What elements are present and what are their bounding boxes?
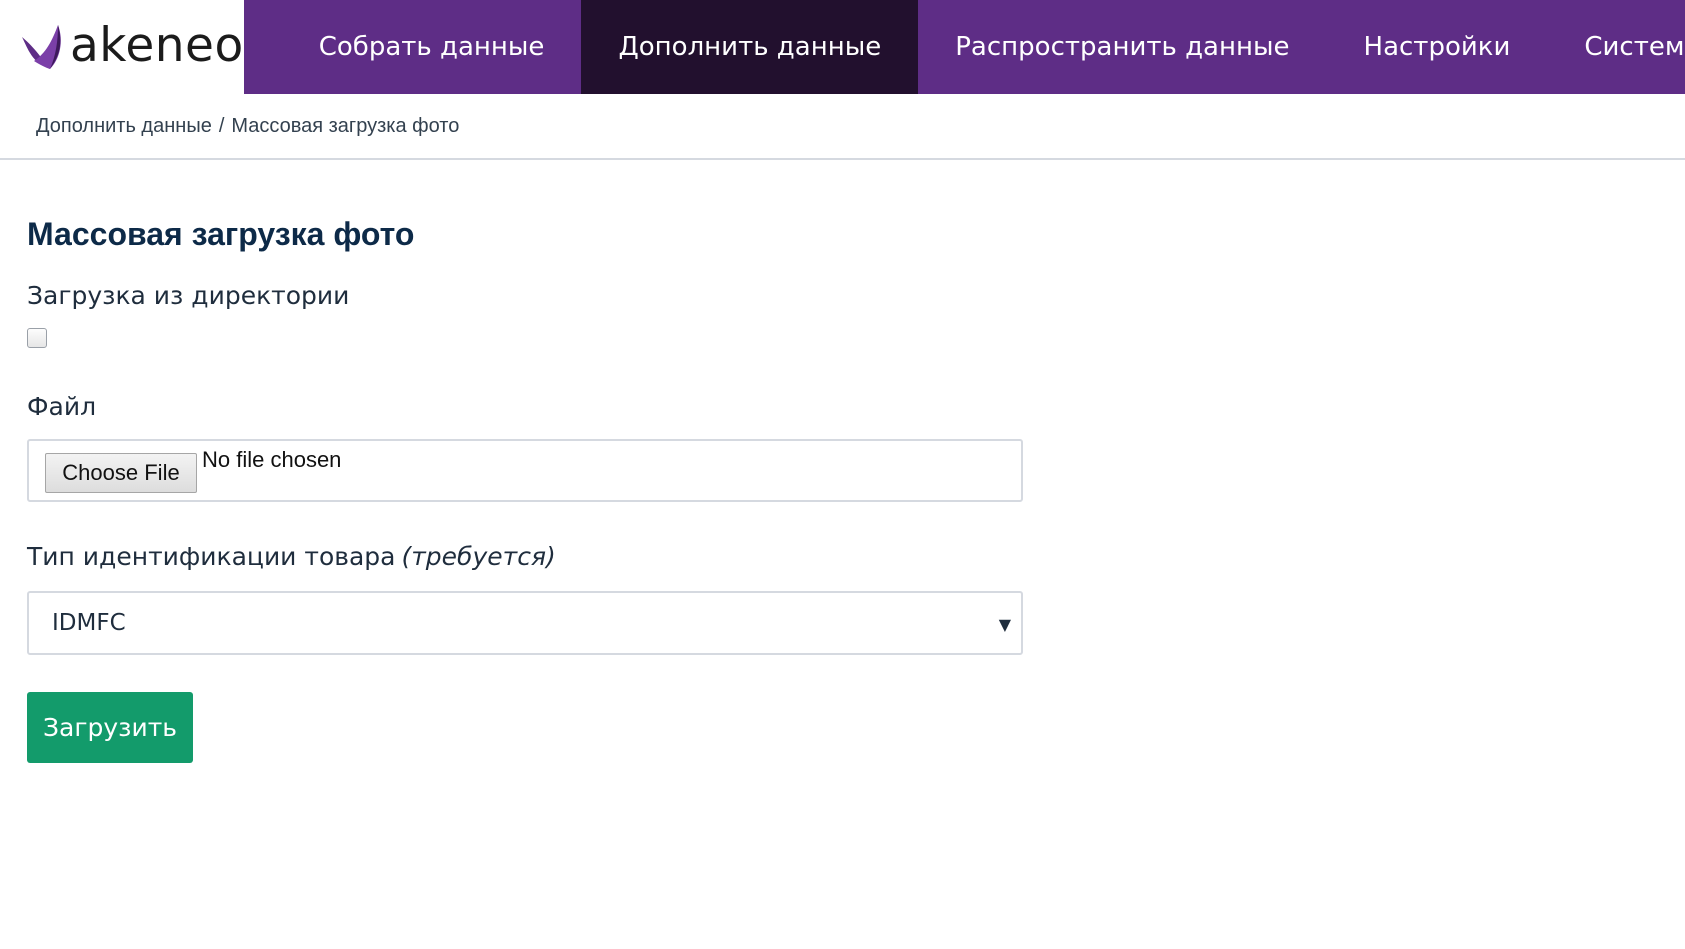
required-note: (требуется) xyxy=(401,542,556,571)
breadcrumb-parent-link[interactable]: Дополнить данные xyxy=(36,115,212,138)
caret-down-icon: ▼ xyxy=(998,615,1011,634)
breadcrumb-separator: / xyxy=(218,114,225,137)
file-input[interactable]: Choose File No file chosen xyxy=(27,439,1023,502)
nav-item-collect[interactable]: Собрать данные xyxy=(282,0,582,94)
breadcrumb: Дополнить данные / Массовая загрузка фот… xyxy=(0,94,1685,160)
main-content: Массовая загрузка фото Загрузка из дирек… xyxy=(27,160,1027,763)
nav-item-spread[interactable]: Распространить данные xyxy=(918,0,1326,94)
brand-name: akeneo xyxy=(70,17,244,73)
file-label: Файл xyxy=(27,392,97,421)
choose-file-button[interactable]: Choose File xyxy=(45,453,197,493)
nav-item-settings[interactable]: Настройки xyxy=(1327,0,1548,94)
id-type-label: Тип идентификации товара (требуется) xyxy=(27,542,1027,571)
upload-button[interactable]: Загрузить xyxy=(27,692,193,763)
id-type-select[interactable]: IDMFC ▼ xyxy=(27,591,1023,655)
nav-item-enrich[interactable]: Дополнить данные xyxy=(581,0,919,94)
main-nav: Собрать данные Дополнить данные Распрост… xyxy=(244,0,1685,94)
akeneo-logo[interactable]: akeneo xyxy=(0,0,244,94)
file-status-text: No file chosen xyxy=(202,447,342,472)
directory-upload-checkbox[interactable] xyxy=(27,328,47,348)
breadcrumb-current: Массовая загрузка фото xyxy=(231,114,460,137)
akeneo-leaf-icon xyxy=(22,25,61,69)
top-navigation-bar: akeneo Собрать данные Дополнить данные Р… xyxy=(0,0,1685,94)
page-title: Массовая загрузка фото xyxy=(27,216,415,252)
nav-item-system[interactable]: Система xyxy=(1547,0,1685,94)
directory-upload-label: Загрузка из директории xyxy=(27,281,350,310)
id-type-label-text: Тип идентификации товара xyxy=(27,542,396,571)
id-type-selected-value: IDMFC xyxy=(52,610,126,636)
